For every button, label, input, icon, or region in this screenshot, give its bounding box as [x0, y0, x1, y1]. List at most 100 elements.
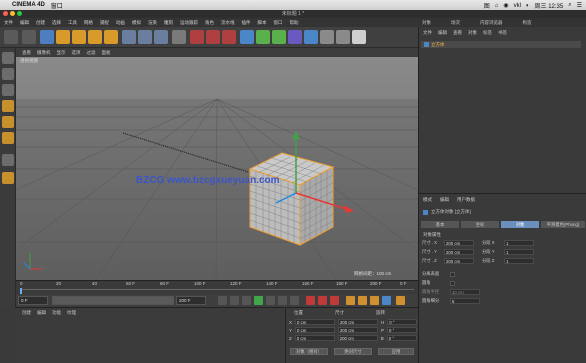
attr-tab-object[interactable]: 对象: [501, 221, 539, 228]
rot-h-field[interactable]: 0 °: [387, 319, 418, 325]
redo-icon[interactable]: [22, 30, 36, 44]
nurbs-icon[interactable]: [256, 30, 270, 44]
menu-select[interactable]: 选择: [52, 20, 61, 26]
mat-menu-texture[interactable]: 纹理: [67, 310, 76, 316]
close-button[interactable]: [3, 11, 8, 16]
key-rotation-icon[interactable]: [370, 296, 379, 305]
key-selection-icon[interactable]: [330, 296, 339, 305]
obj-menu-view[interactable]: 查看: [453, 30, 462, 36]
rot-b-field[interactable]: 0 °: [386, 335, 417, 341]
go-to-end-icon[interactable]: [290, 296, 299, 305]
pos-z-field[interactable]: 0 cm: [294, 335, 335, 341]
vp-menu-display[interactable]: 显示: [57, 50, 66, 56]
menu-file[interactable]: 文件: [4, 20, 13, 26]
render-picture-viewer-icon[interactable]: [206, 30, 220, 44]
go-to-start-icon[interactable]: [218, 296, 227, 305]
menu-tools[interactable]: 工具: [68, 20, 77, 26]
deformer-icon[interactable]: [288, 30, 302, 44]
render-settings-icon[interactable]: [222, 30, 236, 44]
max-frame-field[interactable]: 200 F: [176, 296, 206, 305]
menu-animate[interactable]: 动画: [116, 20, 125, 26]
seg-x-input[interactable]: 1: [504, 240, 534, 246]
object-name[interactable]: 立方体: [431, 42, 445, 48]
tab-takes[interactable]: 场次: [451, 20, 460, 26]
spline-icon[interactable]: [304, 30, 318, 44]
texture-mode-icon[interactable]: [2, 84, 14, 96]
pos-y-field[interactable]: 0 cm: [295, 327, 336, 333]
menu-simulate[interactable]: 模拟: [132, 20, 141, 26]
spotlight-icon[interactable]: ⌕: [568, 2, 571, 9]
size-mode-dropdown[interactable]: 绝对尺寸: [334, 348, 372, 355]
next-key-icon[interactable]: [278, 296, 287, 305]
cube-object[interactable]: [248, 152, 335, 246]
notification-icon[interactable]: ☰: [577, 2, 582, 9]
vp-menu-view[interactable]: 查看: [22, 50, 31, 56]
vp-menu-filter[interactable]: 过滤: [87, 50, 96, 56]
menu-motion-tracker[interactable]: 运动跟踪: [180, 20, 198, 26]
y-axis-lock-icon[interactable]: [138, 30, 152, 44]
model-mode-icon[interactable]: [2, 68, 14, 80]
x-axis-lock-icon[interactable]: [122, 30, 136, 44]
menu-render[interactable]: 渲染: [148, 20, 157, 26]
current-frame-field[interactable]: 0 F: [18, 296, 48, 305]
axis-mode-icon[interactable]: [2, 154, 14, 166]
scale-icon[interactable]: [72, 30, 86, 44]
apply-button[interactable]: 应用: [378, 348, 414, 355]
attr-tab-basic[interactable]: 基本: [421, 221, 459, 228]
app-menu[interactable]: CINEMA 4D: [12, 2, 45, 8]
vp-menu-panel[interactable]: 面板: [102, 50, 111, 56]
attr-menu-mode[interactable]: 模式: [423, 197, 432, 203]
separate-surfaces-checkbox[interactable]: [450, 271, 455, 277]
scene-object-icon[interactable]: [320, 30, 334, 44]
status-icon-1[interactable]: 图: [484, 1, 490, 10]
mat-menu-function[interactable]: 功能: [52, 310, 61, 316]
size-x-input[interactable]: 200 cm: [444, 240, 474, 246]
status-icon-4[interactable]: vkl: [514, 3, 521, 9]
camera-icon[interactable]: [336, 30, 350, 44]
render-view-icon[interactable]: [190, 30, 204, 44]
tab-objects[interactable]: 对象: [422, 20, 431, 26]
undo-icon[interactable]: [4, 30, 18, 44]
move-icon[interactable]: [56, 30, 70, 44]
minimize-button[interactable]: [10, 11, 15, 16]
frame-range-slider[interactable]: [52, 296, 174, 305]
obj-menu-bookmarks[interactable]: 书签: [498, 30, 507, 36]
key-scale-icon[interactable]: [358, 296, 367, 305]
3d-viewport[interactable]: BZCG www.bzcgxueyuan.com 网格间距：100 cm: [16, 57, 418, 280]
size-z-input[interactable]: 200 cm: [444, 258, 474, 264]
timeline-window-icon[interactable]: [396, 296, 405, 305]
z-axis-lock-icon[interactable]: [154, 30, 168, 44]
attr-menu-edit[interactable]: 编辑: [440, 197, 449, 203]
menu-help[interactable]: 帮助: [290, 20, 299, 26]
fillet-subdiv-input[interactable]: 5: [450, 298, 480, 304]
size-y-field[interactable]: 200 cm: [338, 327, 379, 333]
attr-tab-coord[interactable]: 坐标: [461, 221, 499, 228]
cube-primitive-icon[interactable]: [240, 30, 254, 44]
menu-mesh[interactable]: 网格: [84, 20, 93, 26]
attr-menu-user-data[interactable]: 用户数据: [457, 197, 475, 203]
obj-menu-file[interactable]: 文件: [423, 30, 432, 36]
mat-menu-edit[interactable]: 编辑: [37, 310, 46, 316]
size-x-field[interactable]: 200 cm: [338, 319, 379, 325]
tab-structure[interactable]: 构造: [523, 20, 532, 26]
record-icon[interactable]: [306, 296, 315, 305]
menu-script[interactable]: 脚本: [258, 20, 267, 26]
menu-sculpt[interactable]: 雕刻: [164, 20, 173, 26]
vp-menu-options[interactable]: 选项: [72, 50, 81, 56]
make-editable-icon[interactable]: [2, 52, 14, 64]
key-position-icon[interactable]: [346, 296, 355, 305]
pos-x-field[interactable]: 0 cm: [295, 319, 336, 325]
wifi-icon[interactable]: ◉: [503, 2, 508, 9]
prev-key-icon[interactable]: [230, 296, 239, 305]
edges-mode-icon[interactable]: [2, 116, 14, 128]
menu-edit[interactable]: 编辑: [20, 20, 29, 26]
play-icon[interactable]: [254, 296, 263, 305]
seg-z-input[interactable]: 1: [504, 258, 534, 264]
menu-snap[interactable]: 捕捉: [100, 20, 109, 26]
auto-key-icon[interactable]: [318, 296, 327, 305]
tab-content-browser[interactable]: 内容浏览器: [480, 20, 503, 26]
next-frame-icon[interactable]: [266, 296, 275, 305]
coordinate-system-icon[interactable]: [172, 30, 186, 44]
points-mode-icon[interactable]: [2, 100, 14, 112]
menu-character[interactable]: 角色: [205, 20, 214, 26]
